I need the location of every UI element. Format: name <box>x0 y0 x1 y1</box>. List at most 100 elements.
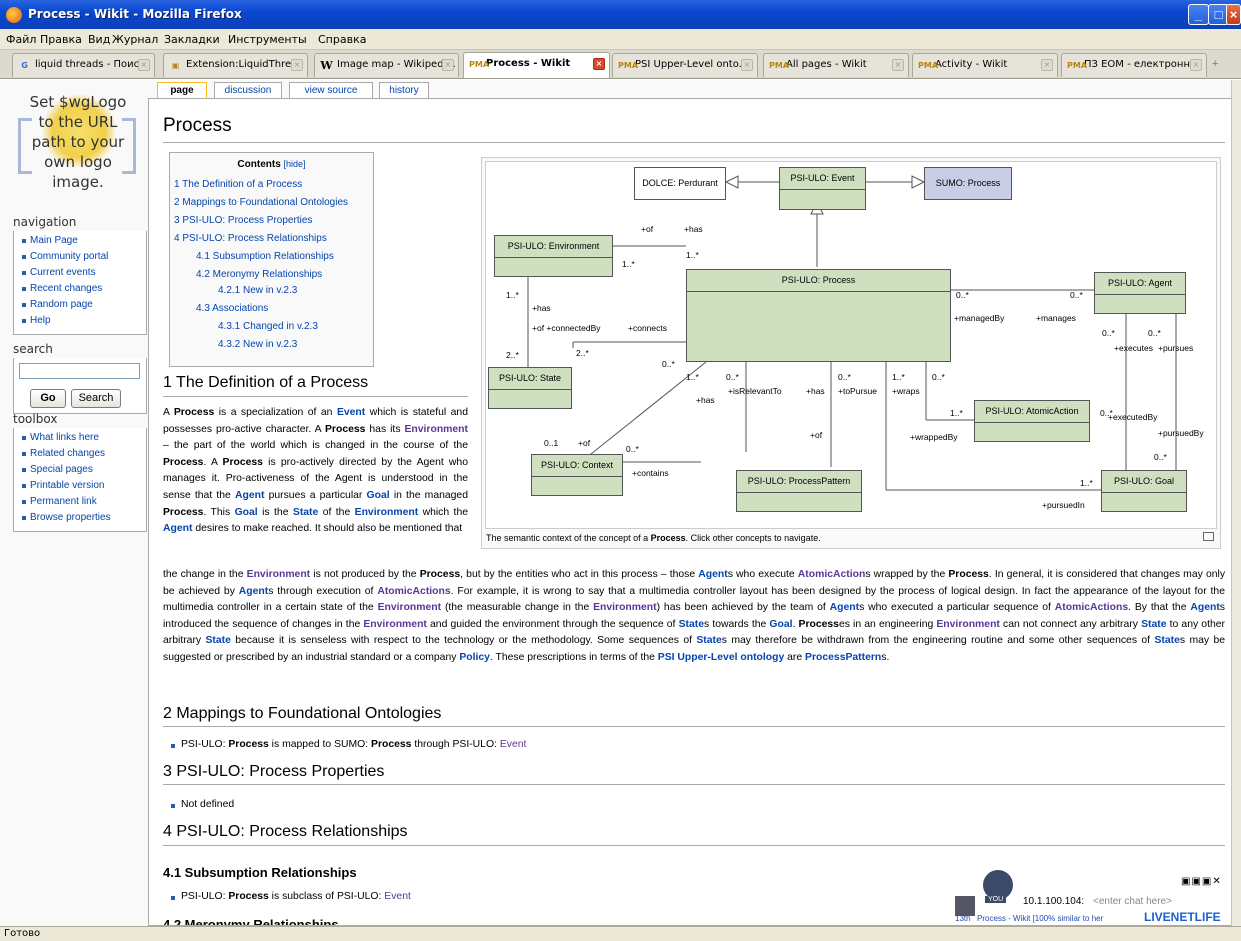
uml-label: +of <box>578 438 591 448</box>
section-heading-relationships: 4 PSI-ULO: Process Relationships <box>163 823 408 840</box>
uml-process[interactable]: PSI-ULO: Process <box>686 269 951 362</box>
close-tab-icon[interactable]: × <box>138 59 150 71</box>
uml-atomic-action[interactable]: PSI-ULO: AtomicAction <box>974 400 1090 442</box>
uml-label: +pursues <box>1158 343 1194 353</box>
toc-hide-link[interactable]: [hide] <box>284 159 306 169</box>
tool-browse-properties[interactable]: Browse properties <box>20 510 146 526</box>
menu-edit[interactable]: Правка <box>40 33 82 46</box>
uml-agent[interactable]: PSI-ULO: Agent <box>1094 272 1186 314</box>
close-tab-icon[interactable]: × <box>593 58 605 70</box>
close-tab-icon[interactable]: × <box>1190 59 1202 71</box>
text: is subclass of PSI-ULO: <box>268 891 385 902</box>
menu-view[interactable]: Вид <box>88 33 110 46</box>
nav-main-page[interactable]: Main Page <box>20 233 146 249</box>
uml-label: +connects <box>628 323 667 333</box>
close-tab-icon[interactable]: × <box>291 59 303 71</box>
tool-what-links-here[interactable]: What links here <box>20 430 146 446</box>
close-tab-icon[interactable]: × <box>1041 59 1053 71</box>
section-divider <box>163 726 1225 727</box>
search-button[interactable]: Search <box>71 389 121 408</box>
toc-item[interactable]: 1 The Definition of a Process <box>174 176 369 194</box>
mapping-item: PSI-ULO: Process is mapped to SUMO: Proc… <box>171 739 526 750</box>
tab-label: Image map - Wikipedi... <box>337 59 456 70</box>
uml-context[interactable]: PSI-ULO: Context <box>531 454 623 496</box>
tab-extension[interactable]: ▣ Extension:LiquidThre... × <box>163 53 308 77</box>
uml-environment[interactable]: PSI-ULO: Environment <box>494 235 613 277</box>
nav-current-events[interactable]: Current events <box>20 265 146 281</box>
navigation-portlet: Main Page Community portal Current event… <box>13 231 147 335</box>
uml-goal[interactable]: PSI-ULO: Goal <box>1101 470 1187 512</box>
event-link[interactable]: Event <box>500 739 527 750</box>
uml-label: 2..* <box>506 350 519 360</box>
site-logo[interactable]: Set $wgLogo to the URL path to your own … <box>14 92 142 191</box>
uml-state[interactable]: PSI-ULO: State <box>488 367 572 409</box>
uml-event[interactable]: PSI-ULO: Event <box>779 167 866 210</box>
toolbox-portlet: What links here Related changes Special … <box>13 428 147 532</box>
nav-recent-changes[interactable]: Recent changes <box>20 281 146 297</box>
uml-box-title: PSI-ULO: State <box>489 368 571 390</box>
minimize-button[interactable]: _ <box>1188 4 1209 25</box>
toc-item[interactable]: 4.1 Subsumption Relationships <box>174 248 369 266</box>
uml-dolce-perdurant[interactable]: DOLCE: Perdurant <box>634 167 726 200</box>
tool-printable-version[interactable]: Printable version <box>20 478 146 494</box>
tab-process-wikit[interactable]: PMA Process - Wikit × <box>463 52 610 78</box>
uml-sumo-process[interactable]: SUMO: Process <box>924 167 1012 200</box>
section-heading-definition: 1 The Definition of a Process <box>163 374 369 391</box>
tool-permanent-link[interactable]: Permanent link <box>20 494 146 510</box>
toc-item[interactable]: 4.2.1 New in v.2.3 <box>174 282 369 300</box>
new-tab-icon[interactable]: + <box>1212 58 1218 70</box>
tab-liquid-threads[interactable]: Gliquid threads - Поис... × <box>12 53 155 77</box>
tab-image-map[interactable]: W Image map - Wikipedi... × <box>314 53 459 77</box>
tab-discussion[interactable]: discussion <box>214 82 282 99</box>
section-divider <box>163 396 468 397</box>
menu-tools[interactable]: Инструменты <box>228 33 307 46</box>
toc-item[interactable]: 4.3.2 New in v.2.3 <box>174 336 369 354</box>
tab-all-pages[interactable]: PMA All pages - Wikit × <box>763 53 909 77</box>
enlarge-icon[interactable] <box>1203 532 1214 541</box>
search-portlet: Go Search <box>13 358 147 414</box>
tab-psi-ulo[interactable]: PMA PSI Upper-Level onto... × <box>612 53 758 77</box>
status-bar: Готово <box>0 926 1241 941</box>
menu-help[interactable]: Справка <box>318 33 366 46</box>
toc-item[interactable]: 4 PSI-ULO: Process Relationships <box>174 230 369 248</box>
tool-related-changes[interactable]: Related changes <box>20 446 146 462</box>
close-button[interactable]: × <box>1226 4 1241 25</box>
navigation-heading: navigation <box>13 215 77 229</box>
chat-input[interactable]: <enter chat here> <box>1093 896 1172 907</box>
tab-history[interactable]: history <box>379 82 429 99</box>
go-button[interactable]: Go <box>30 389 66 408</box>
uml-label: +pursuedBy <box>1158 428 1204 438</box>
section-heading-mappings: 2 Mappings to Foundational Ontologies <box>163 705 442 722</box>
close-tab-icon[interactable]: × <box>892 59 904 71</box>
tab-pz-eom[interactable]: PMA ПЗ ЕОМ - електронн... × <box>1061 53 1207 77</box>
section-divider <box>163 784 1225 785</box>
toc-item[interactable]: 2 Mappings to Foundational Ontologies <box>174 194 369 212</box>
menu-file[interactable]: Файл <box>6 33 36 46</box>
tab-page[interactable]: page <box>157 82 207 99</box>
close-tab-icon[interactable]: × <box>741 59 753 71</box>
definition-paragraph-intro: A Process is a specialization of an Even… <box>163 407 468 535</box>
chat-controls-icon[interactable]: ▣▣▣✕ <box>1181 876 1222 887</box>
tool-special-pages[interactable]: Special pages <box>20 462 146 478</box>
page-title: Process <box>163 115 232 136</box>
vertical-scrollbar[interactable] <box>1231 80 1241 926</box>
tab-view-source[interactable]: view source <box>289 82 373 99</box>
nav-random-page[interactable]: Random page <box>20 297 146 313</box>
tab-label: liquid threads - Поис... <box>35 59 149 70</box>
toc-item[interactable]: 3 PSI-ULO: Process Properties <box>174 212 369 230</box>
toc-item[interactable]: 4.3.1 Changed in v.2.3 <box>174 318 369 336</box>
tab-label: Extension:LiquidThre... <box>186 59 301 70</box>
livenetlife-logo[interactable]: LIVENETLIFE <box>1144 910 1221 924</box>
close-tab-icon[interactable]: × <box>442 59 454 71</box>
search-input[interactable] <box>19 363 140 379</box>
nav-community-portal[interactable]: Community portal <box>20 249 146 265</box>
event-link[interactable]: Event <box>384 891 411 902</box>
toc-item[interactable]: 4.3 Associations <box>174 300 369 318</box>
nav-help[interactable]: Help <box>20 313 146 329</box>
tab-activity[interactable]: PMA Activity - Wikit × <box>912 53 1058 77</box>
uml-process-pattern[interactable]: PSI-ULO: ProcessPattern <box>736 470 862 512</box>
menu-history[interactable]: Журнал <box>112 33 158 46</box>
menu-bookmarks[interactable]: Закладки <box>164 33 220 46</box>
chat-status[interactable]: Process - Wikit [100% similar to her <box>977 914 1103 923</box>
uml-label: 1..* <box>622 259 635 269</box>
